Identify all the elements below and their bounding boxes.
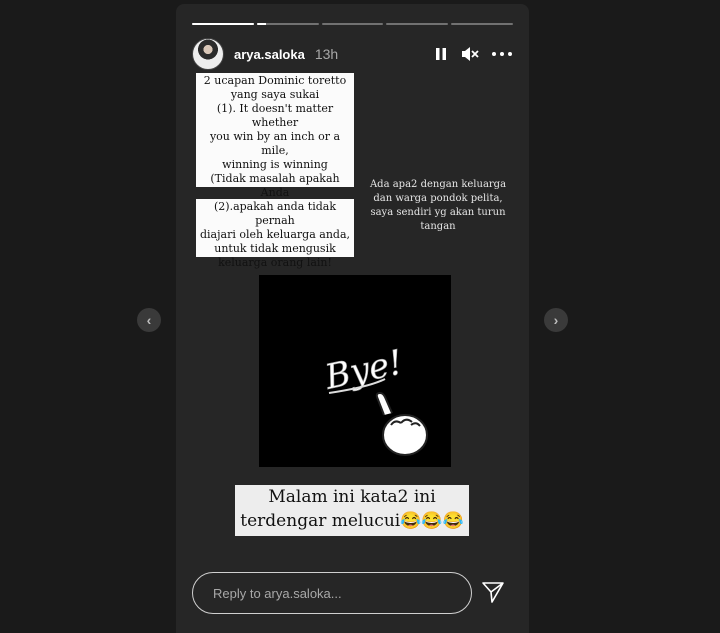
previous-story-button[interactable]: ‹ — [137, 308, 161, 332]
progress-segment — [451, 23, 513, 25]
story-progress — [192, 23, 513, 26]
quote-note-2: (2).apakah anda tidak pernah diajari ole… — [196, 199, 354, 269]
quote-note-1: 2 ucapan Dominic toretto yang saya sukai… — [196, 73, 354, 241]
reply-input[interactable] — [192, 572, 472, 614]
caption-note: Malam ini kata2 ini terdengar melucui😂😂😂 — [235, 485, 469, 536]
mute-icon[interactable] — [461, 46, 479, 62]
username-link[interactable]: arya.saloka — [234, 47, 305, 62]
more-options-icon[interactable] — [491, 46, 513, 62]
progress-segment — [256, 23, 319, 25]
post-time: 13h — [314, 46, 339, 62]
progress-segment — [386, 23, 449, 25]
pointing-hand-icon — [375, 391, 428, 456]
bye-sticker: Bye! — [259, 275, 451, 467]
pause-icon[interactable] — [433, 46, 449, 62]
story-header: arya.saloka 13h — [192, 38, 513, 70]
send-icon[interactable] — [481, 580, 505, 609]
chevron-right-icon: › — [553, 312, 559, 328]
avatar[interactable] — [192, 38, 224, 70]
next-story-button[interactable]: › — [544, 308, 568, 332]
progress-segment — [192, 23, 254, 25]
bye-text: Bye! — [321, 342, 407, 398]
side-text: Ada apa2 dengan keluarga dan warga pondo… — [369, 179, 507, 232]
chevron-left-icon: ‹ — [146, 312, 152, 328]
progress-segment — [321, 23, 384, 25]
